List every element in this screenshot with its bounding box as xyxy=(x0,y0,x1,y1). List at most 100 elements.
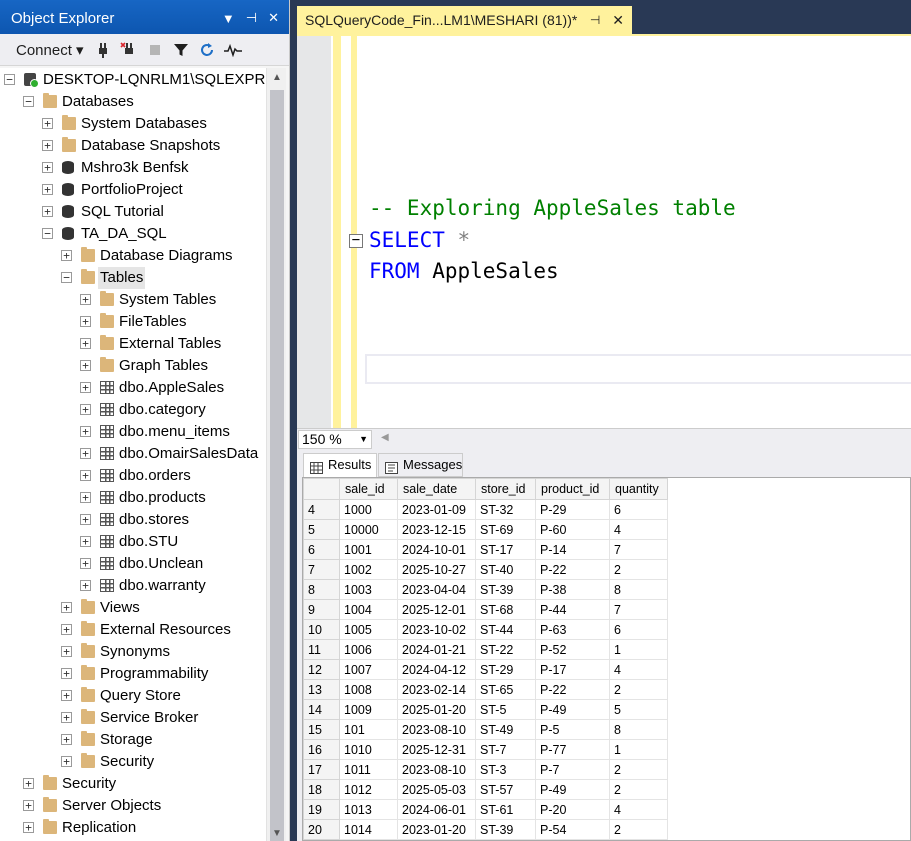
table-cell[interactable]: ST-68 xyxy=(475,599,536,620)
tree-node[interactable]: + Replication xyxy=(0,817,266,839)
table-cell[interactable]: ST-7 xyxy=(475,739,536,760)
table-cell[interactable]: 1001 xyxy=(339,539,398,560)
tree-node[interactable]: − DESKTOP-LQNRLM1\SQLEXPRES xyxy=(0,69,266,91)
tree-node[interactable]: + External Tables xyxy=(0,333,266,355)
table-cell[interactable]: 2024-06-01 xyxy=(397,799,476,820)
table-cell[interactable]: 1004 xyxy=(339,599,398,620)
tree-node[interactable]: + Server Objects xyxy=(0,795,266,817)
table-cell[interactable]: P-22 xyxy=(535,679,610,700)
table-cell[interactable]: 6 xyxy=(609,619,668,640)
table-cell[interactable]: 8 xyxy=(609,579,668,600)
grid-corner-cell[interactable] xyxy=(303,478,340,500)
tree-node[interactable]: + Views xyxy=(0,597,266,619)
row-number-cell[interactable]: 7 xyxy=(303,559,340,580)
table-cell[interactable]: P-22 xyxy=(535,559,610,580)
tree-node[interactable]: + Database Diagrams xyxy=(0,245,266,267)
table-cell[interactable]: P-29 xyxy=(535,499,610,520)
table-cell[interactable]: 1010 xyxy=(339,739,398,760)
row-number-cell[interactable]: 19 xyxy=(303,799,340,820)
table-row[interactable]: 6 1001 2024-10-01 ST-17 P-14 7 xyxy=(303,539,668,560)
table-row[interactable]: 8 1003 2023-04-04 ST-39 P-38 8 xyxy=(303,579,668,600)
tree-node[interactable]: + dbo.STU xyxy=(0,531,266,553)
scrollbar-thumb[interactable] xyxy=(270,90,284,841)
table-cell[interactable]: 1014 xyxy=(339,819,398,840)
expand-icon[interactable]: + xyxy=(42,206,53,217)
tree-node[interactable]: + dbo.products xyxy=(0,487,266,509)
expand-icon[interactable]: + xyxy=(61,668,72,679)
connect-plug-icon[interactable] xyxy=(92,39,114,61)
expand-icon[interactable]: + xyxy=(80,382,91,393)
table-row[interactable]: 13 1008 2023-02-14 ST-65 P-22 2 xyxy=(303,679,668,700)
tree-node[interactable]: + PortfolioProject xyxy=(0,179,266,201)
expand-icon[interactable]: + xyxy=(42,118,53,129)
table-cell[interactable]: 2 xyxy=(609,779,668,800)
row-number-cell[interactable]: 15 xyxy=(303,719,340,740)
close-icon[interactable]: ✕ xyxy=(268,10,279,26)
table-row[interactable]: 19 1013 2024-06-01 ST-61 P-20 4 xyxy=(303,799,668,820)
table-row[interactable]: 16 1010 2025-12-31 ST-7 P-77 1 xyxy=(303,739,668,760)
tab-results[interactable]: Results xyxy=(303,453,377,477)
expand-icon[interactable]: + xyxy=(23,778,34,789)
expand-icon[interactable]: + xyxy=(61,602,72,613)
table-cell[interactable]: P-52 xyxy=(535,639,610,660)
collapse-icon[interactable]: − xyxy=(42,228,53,239)
results-grid[interactable]: sale_id sale_date store_id product_id quanti… xyxy=(302,477,911,841)
table-cell[interactable]: P-5 xyxy=(535,719,610,740)
row-number-cell[interactable]: 10 xyxy=(303,619,340,640)
table-cell[interactable]: 2 xyxy=(609,559,668,580)
disconnect-icon[interactable] xyxy=(118,39,140,61)
expand-icon[interactable]: + xyxy=(80,404,91,415)
expand-icon[interactable]: + xyxy=(80,316,91,327)
table-cell[interactable]: 2024-01-21 xyxy=(397,639,476,660)
scroll-up-arrow-icon[interactable]: ▲ xyxy=(267,72,287,83)
refresh-icon[interactable] xyxy=(196,39,218,61)
tab-messages[interactable]: Messages xyxy=(378,453,463,477)
window-position-dropdown-icon[interactable]: ▼ xyxy=(222,11,235,26)
tree-node[interactable]: + System Databases xyxy=(0,113,266,135)
collapse-icon[interactable]: − xyxy=(61,272,72,283)
table-cell[interactable]: ST-5 xyxy=(475,699,536,720)
table-cell[interactable]: P-14 xyxy=(535,539,610,560)
tree-node[interactable]: − Tables xyxy=(0,267,266,289)
column-header-sale-id[interactable]: sale_id xyxy=(339,478,398,500)
table-cell[interactable]: 2024-04-12 xyxy=(397,659,476,680)
table-cell[interactable]: 8 xyxy=(609,719,668,740)
table-cell[interactable]: 2023-08-10 xyxy=(397,759,476,780)
row-number-cell[interactable]: 6 xyxy=(303,539,340,560)
expand-icon[interactable]: + xyxy=(61,646,72,657)
expand-icon[interactable]: + xyxy=(80,470,91,481)
tree-node[interactable]: + Query Store xyxy=(0,685,266,707)
table-row[interactable]: 12 1007 2024-04-12 ST-29 P-17 4 xyxy=(303,659,668,680)
table-cell[interactable]: 7 xyxy=(609,539,668,560)
tree-node[interactable]: + Service Broker xyxy=(0,707,266,729)
row-number-cell[interactable]: 13 xyxy=(303,679,340,700)
tree-node[interactable]: + dbo.category xyxy=(0,399,266,421)
tree-node[interactable]: − Databases xyxy=(0,91,266,113)
table-cell[interactable]: P-20 xyxy=(535,799,610,820)
table-cell[interactable]: ST-61 xyxy=(475,799,536,820)
table-cell[interactable]: 1005 xyxy=(339,619,398,640)
table-row[interactable]: 7 1002 2025-10-27 ST-40 P-22 2 xyxy=(303,559,668,580)
table-cell[interactable]: 2023-02-14 xyxy=(397,679,476,700)
tree-node[interactable]: + Synonyms xyxy=(0,641,266,663)
expand-icon[interactable]: + xyxy=(61,690,72,701)
tree-node[interactable]: + dbo.warranty xyxy=(0,575,266,597)
row-number-cell[interactable]: 12 xyxy=(303,659,340,680)
expand-icon[interactable]: + xyxy=(80,294,91,305)
expand-icon[interactable]: + xyxy=(80,338,91,349)
table-cell[interactable]: 1007 xyxy=(339,659,398,680)
filter-icon[interactable] xyxy=(170,39,192,61)
table-cell[interactable]: 2025-10-27 xyxy=(397,559,476,580)
tree-node[interactable]: + External Resources xyxy=(0,619,266,641)
auto-hide-pin-icon[interactable]: ⊣ xyxy=(246,10,257,26)
table-cell[interactable]: 4 xyxy=(609,519,668,540)
tree-node[interactable]: + Graph Tables xyxy=(0,355,266,377)
table-cell[interactable]: ST-3 xyxy=(475,759,536,780)
connect-button[interactable]: Connect ▾ xyxy=(8,39,88,61)
table-row[interactable]: 4 1000 2023-01-09 ST-32 P-29 6 xyxy=(303,499,668,520)
expand-icon[interactable]: + xyxy=(61,712,72,723)
expand-icon[interactable]: + xyxy=(61,624,72,635)
query-document-tab[interactable]: SQLQueryCode_Fin...LM1\MESHARI (81))* ⊣ … xyxy=(297,6,632,34)
tree-node[interactable]: + Programmability xyxy=(0,663,266,685)
row-number-cell[interactable]: 4 xyxy=(303,499,340,520)
